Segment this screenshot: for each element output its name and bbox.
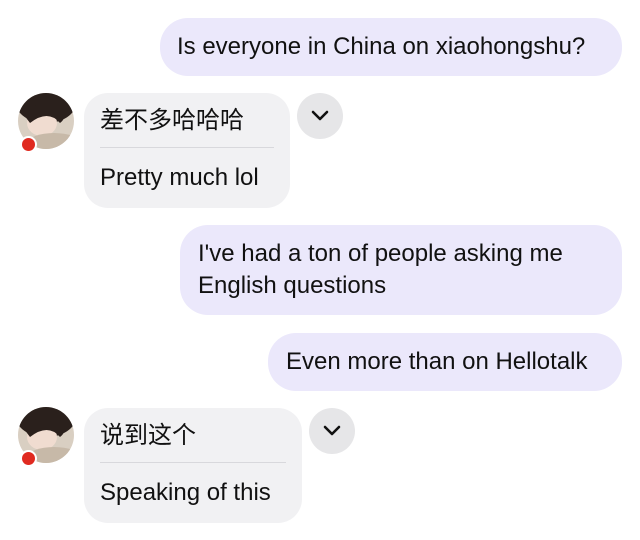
translated-text: Speaking of this <box>100 479 271 506</box>
message-text: Is everyone in China on xiaohongshu? <box>177 33 586 60</box>
original-text: 说到这个 <box>100 408 286 463</box>
chevron-down-icon <box>311 110 329 121</box>
incoming-message-bubble[interactable]: 差不多哈哈哈 Pretty much lol <box>84 93 290 208</box>
message-text-line: I've had a ton of people asking me <box>198 240 563 267</box>
china-flag-icon <box>20 136 37 153</box>
outgoing-message-bubble[interactable]: Is everyone in China on xiaohongshu? <box>160 18 622 76</box>
original-text: 差不多哈哈哈 <box>100 93 274 148</box>
china-flag-icon <box>20 450 37 467</box>
outgoing-message-bubble[interactable]: I've had a ton of people asking me Engli… <box>180 225 622 315</box>
message-text-line: English questions <box>198 272 387 299</box>
translation-toggle-button[interactable] <box>297 93 343 139</box>
outgoing-message-bubble[interactable]: Even more than on Hellotalk <box>268 333 622 391</box>
translated-text: Pretty much lol <box>100 164 259 191</box>
translation-toggle-button[interactable] <box>309 408 355 454</box>
chevron-down-icon <box>323 425 341 436</box>
incoming-message-bubble[interactable]: 说到这个 Speaking of this <box>84 408 302 523</box>
message-text: Even more than on Hellotalk <box>286 348 588 375</box>
